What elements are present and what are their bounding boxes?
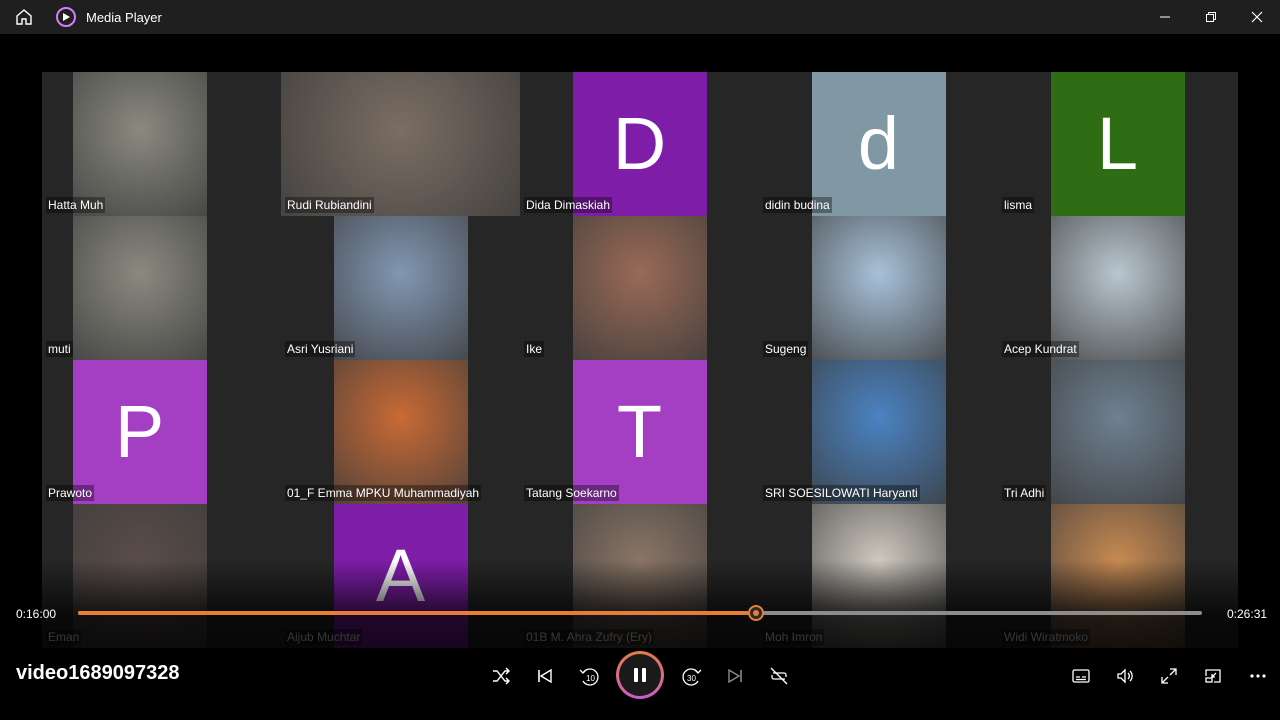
- participant-name: Tatang Soekarno: [524, 485, 619, 501]
- participant-tile: P Prawoto: [42, 360, 281, 504]
- participant-video: [333, 360, 468, 504]
- home-icon: [16, 9, 32, 25]
- participant-tile: SRI SOESILOWATI Haryanti: [759, 360, 998, 504]
- close-icon: [1251, 11, 1263, 23]
- miniplayer-button[interactable]: [1197, 660, 1229, 692]
- participant-name: Rudi Rubiandini: [285, 197, 374, 213]
- participant-avatar: d: [811, 72, 946, 216]
- avatar-letter: L: [1096, 102, 1139, 185]
- participant-tile: Asri Yusriani: [281, 216, 520, 360]
- participant-name: Prawoto: [46, 485, 95, 501]
- participant-video: [1050, 360, 1185, 504]
- participant-video: [281, 72, 520, 216]
- svg-text:10: 10: [586, 674, 595, 683]
- participant-video: [1050, 216, 1185, 360]
- captions-icon: [1072, 669, 1090, 683]
- fullscreen-button[interactable]: [1153, 660, 1185, 692]
- participant-video: [72, 216, 207, 360]
- participant-name: muti: [46, 341, 73, 357]
- participant-tile: Ike: [520, 216, 759, 360]
- participant-avatar: T: [572, 360, 707, 504]
- participant-name: Sugeng: [763, 341, 809, 357]
- participant-name: Ike: [524, 341, 545, 357]
- media-player-icon: [56, 7, 76, 27]
- rewind-10-icon: 10: [579, 668, 599, 686]
- participant-avatar: D: [572, 72, 707, 216]
- maximize-button[interactable]: [1188, 0, 1234, 34]
- miniplayer-icon: [1205, 669, 1221, 683]
- home-button[interactable]: [0, 0, 48, 34]
- participant-tile: D Dida Dimaskiah: [520, 72, 759, 216]
- participant-name: Tri Adhi: [1002, 485, 1047, 501]
- repeat-off-icon: [770, 667, 788, 685]
- participant-name: SRI SOESILOWATI Haryanti: [763, 485, 920, 501]
- close-button[interactable]: [1234, 0, 1280, 34]
- participant-tile: muti: [42, 216, 281, 360]
- maximize-icon: [1206, 12, 1216, 22]
- play-pause-button[interactable]: [616, 651, 664, 699]
- participant-video: [811, 360, 946, 504]
- next-button[interactable]: [719, 660, 751, 692]
- participant-name: Dida Dimaskiah: [524, 197, 613, 213]
- minimize-icon: [1160, 16, 1170, 18]
- participant-tile: d didin budina: [759, 72, 998, 216]
- participant-tile: 01_F Emma MPKU Muhammadiyah: [281, 360, 520, 504]
- participant-tile: Acep Kundrat: [998, 216, 1237, 360]
- volume-button[interactable]: [1109, 660, 1141, 692]
- repeat-button[interactable]: [763, 660, 795, 692]
- previous-icon: [538, 668, 552, 684]
- avatar-letter: D: [612, 102, 667, 185]
- svg-text:30: 30: [687, 674, 696, 683]
- participant-name: Acep Kundrat: [1002, 341, 1079, 357]
- participant-name: 01_F Emma MPKU Muhammadiyah: [285, 485, 482, 501]
- participant-video: [572, 216, 707, 360]
- avatar-letter: P: [114, 390, 165, 473]
- avatar-letter: T: [616, 390, 663, 473]
- forward-30-button[interactable]: 30: [676, 660, 708, 692]
- participant-video: [72, 72, 207, 216]
- participant-avatar: P: [72, 360, 207, 504]
- captions-button[interactable]: [1065, 660, 1097, 692]
- participant-tile: Hatta Muh: [42, 72, 281, 216]
- title-bar: Media Player: [0, 0, 1280, 34]
- shuffle-button[interactable]: [485, 660, 517, 692]
- participant-name: Asri Yusriani: [285, 341, 356, 357]
- total-time: 0:26:31: [1227, 607, 1268, 621]
- pause-icon: [634, 668, 646, 682]
- participant-tile: Tri Adhi: [998, 360, 1237, 504]
- minimize-button[interactable]: [1142, 0, 1188, 34]
- participant-name: lisma: [1002, 197, 1035, 213]
- seek-bar[interactable]: [78, 605, 1202, 621]
- forward-30-icon: 30: [682, 668, 702, 686]
- next-icon: [728, 668, 742, 684]
- participant-tile: Llisma: [998, 72, 1237, 216]
- shuffle-icon: [493, 667, 510, 685]
- participant-tile: Sugeng: [759, 216, 998, 360]
- rewind-10-button[interactable]: 10: [573, 660, 605, 692]
- participant-name: Hatta Muh: [46, 197, 106, 213]
- seek-progress: [78, 611, 757, 615]
- previous-button[interactable]: [529, 660, 561, 692]
- current-time: 0:16:00: [16, 607, 57, 621]
- more-options-button[interactable]: [1242, 660, 1274, 692]
- participant-name: didin budina: [763, 197, 832, 213]
- avatar-letter: d: [857, 102, 900, 185]
- fullscreen-icon: [1161, 668, 1177, 684]
- volume-icon: [1117, 668, 1133, 684]
- participant-video: [333, 216, 468, 360]
- participant-avatar: L: [1050, 72, 1185, 216]
- window-title: Media Player: [86, 9, 162, 25]
- participant-tile: Rudi Rubiandini: [281, 72, 520, 216]
- more-icon: [1250, 674, 1266, 678]
- video-title: video1689097328: [16, 662, 180, 684]
- participant-tile: T Tatang Soekarno: [520, 360, 759, 504]
- participant-video: [811, 216, 946, 360]
